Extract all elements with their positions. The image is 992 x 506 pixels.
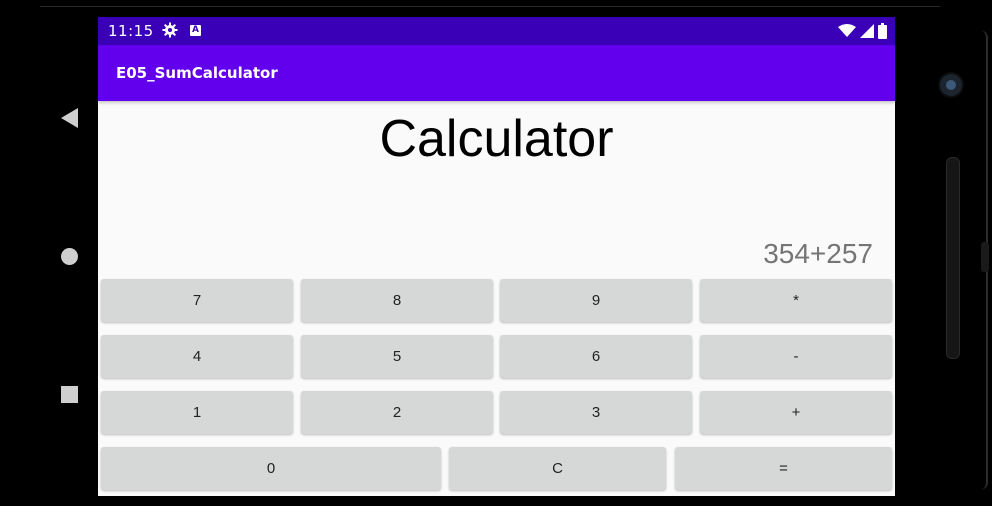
calculator-heading: Calculator	[379, 110, 614, 168]
key-plus[interactable]: +	[700, 391, 892, 434]
key-8[interactable]: 8	[301, 279, 493, 322]
key-3[interactable]: 3	[500, 391, 692, 434]
key-equals[interactable]: =	[675, 447, 892, 490]
speaker-grille	[946, 157, 960, 359]
key-0[interactable]: 0	[101, 447, 441, 490]
status-time: 11:15	[108, 22, 154, 40]
signal-icon	[860, 24, 874, 38]
wifi-icon	[838, 24, 856, 37]
key-9[interactable]: 9	[500, 279, 692, 322]
front-camera-icon	[940, 74, 962, 96]
status-bar: 11:15 A	[98, 17, 895, 45]
a-notification-icon: A	[190, 25, 201, 36]
key-minus[interactable]: -	[700, 335, 892, 378]
status-icons	[838, 22, 887, 40]
key-1[interactable]: 1	[101, 391, 293, 434]
gear-icon	[162, 22, 178, 38]
phone-screen: 11:15 A E05_SumCalculator Calculator 354…	[98, 17, 895, 496]
key-5[interactable]: 5	[301, 335, 493, 378]
key-6[interactable]: 6	[500, 335, 692, 378]
emulator-device: 11:15 A E05_SumCalculator Calculator 354…	[0, 0, 992, 506]
battery-icon	[878, 23, 887, 39]
key-clear[interactable]: C	[449, 447, 666, 490]
key-4[interactable]: 4	[101, 335, 293, 378]
side-button	[981, 242, 989, 272]
key-7[interactable]: 7	[101, 279, 293, 322]
back-icon[interactable]	[61, 108, 78, 128]
key-2[interactable]: 2	[301, 391, 493, 434]
home-icon[interactable]	[61, 248, 78, 265]
calculator-display: 354+257	[763, 238, 873, 269]
app-title: E05_SumCalculator	[116, 64, 278, 82]
app-bar: E05_SumCalculator	[98, 45, 895, 101]
recents-icon[interactable]	[61, 386, 78, 403]
key-multiply[interactable]: *	[700, 279, 892, 322]
device-bezel-top	[40, 0, 940, 7]
